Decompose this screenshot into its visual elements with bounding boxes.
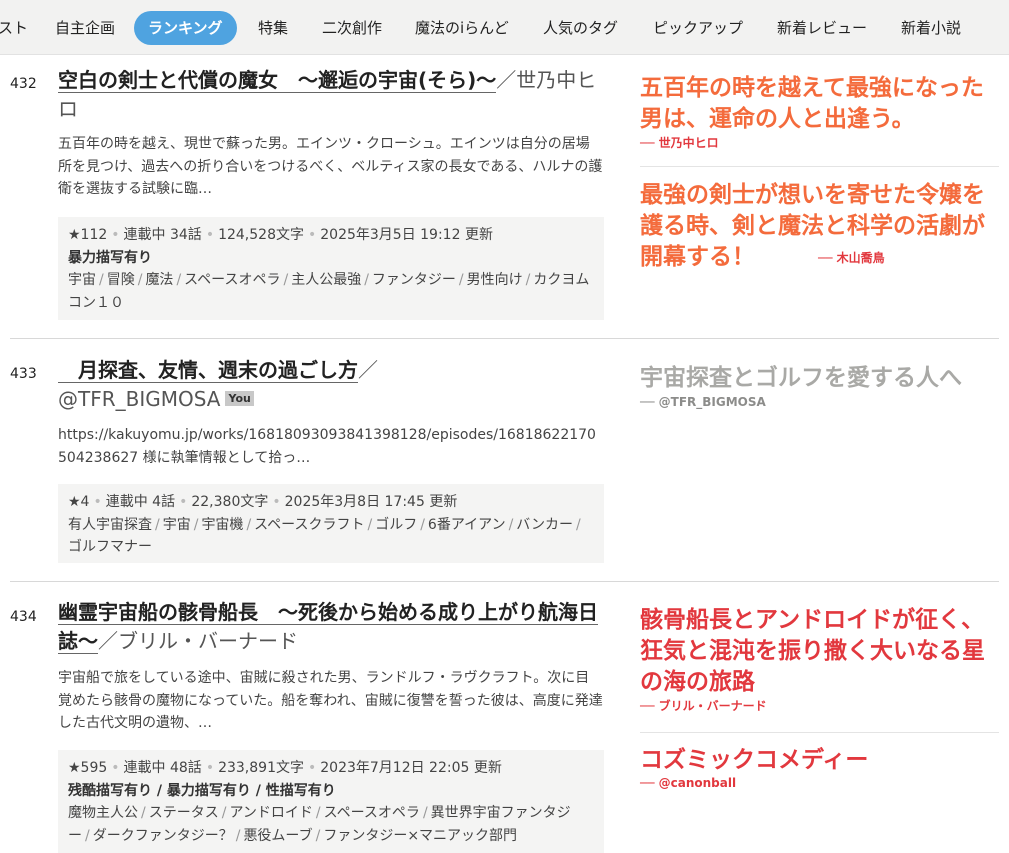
nav-item-self-planning[interactable]: 自主企画 <box>55 11 115 45</box>
nav-item-fan-works[interactable]: 二次創作 <box>322 11 382 45</box>
nav-item-special[interactable]: 特集 <box>258 11 288 45</box>
star-count: ★595 <box>68 760 108 776</box>
nav-item-maho-iland[interactable]: 魔法のiらんど <box>415 11 509 45</box>
tag[interactable]: ステータス <box>149 805 219 821</box>
work-meta-box: ★4 • 連載中 4話 • 22,380文字 • 2025年3月8日 17:45 更新 有人… <box>58 484 604 563</box>
content-warning-flags: 残酷描写有り / 暴力描写有り / 性描写有り <box>68 782 336 799</box>
nav-item-new-novels[interactable]: 新着小説 <box>901 11 961 45</box>
tag[interactable]: スペースオペラ <box>324 805 420 821</box>
work-stats: ★112 • 連載中 34話 • 124,528文字 • 2025年3月5日 19:12 更… <box>68 227 493 243</box>
work-title-line: 幽霊宇宙船の骸骨船長 ～死後から始める成り上がり航海日誌～／ブリル・バーナード <box>58 598 603 656</box>
serial-status: 連載中 4話 <box>105 494 176 510</box>
rank-number: 433 <box>10 366 37 382</box>
review-author[interactable]: ── ブリル・バーナード <box>640 697 767 714</box>
nav-item-list[interactable]: スト <box>0 11 28 45</box>
tag[interactable]: 魔物主人公 <box>68 805 138 821</box>
nav-item-ranking[interactable]: ランキング <box>134 11 237 45</box>
tag[interactable]: スペースオペラ <box>184 272 280 288</box>
author-link[interactable]: ブリル・バーナード <box>118 629 298 653</box>
updated-date: 2023年7月12日 22:05 更新 <box>320 760 502 776</box>
tag-list: 魔物主人公 / ステータス / アンドロイド / スペースオペラ / 異世界宇宙ファンタジー / ダ… <box>68 805 571 844</box>
char-count: 124,528文字 <box>218 227 304 243</box>
star-count: ★112 <box>68 227 108 243</box>
review-catchphrase[interactable]: 五百年の時を越えて最強になった男は、運命の人と出逢う。 <box>640 72 995 134</box>
title-separator: ／ <box>496 68 517 92</box>
nav-item-new-reviews[interactable]: 新着レビュー <box>777 11 867 45</box>
rank-number: 434 <box>10 609 37 625</box>
serial-status: 連載中 48話 <box>123 760 202 776</box>
review-author[interactable]: ── 世乃中ヒロ <box>640 134 719 151</box>
tag[interactable]: スペースクラフト <box>254 517 364 533</box>
title-separator: ／ <box>358 358 378 382</box>
work-introduction: 宇宙船で旅をしている途中、宙賊に殺された男、ランドルフ・ラヴクラフト。次に目覚め… <box>58 670 603 731</box>
review-divider <box>640 732 999 733</box>
tag[interactable]: ファンタジー <box>372 272 456 288</box>
updated-date: 2025年3月5日 19:12 更新 <box>320 227 493 243</box>
tag[interactable]: アンドロイド <box>229 805 312 821</box>
nav-item-pickup[interactable]: ピックアップ <box>653 11 743 45</box>
tag[interactable]: 6番アイアン <box>428 517 506 533</box>
author-link[interactable]: @TFR_BIGMOSA <box>58 387 220 411</box>
work-divider <box>10 338 999 339</box>
work-title-link[interactable]: 空白の剣士と代償の魔女 ～邂逅の宇宙(そら)～ <box>58 68 497 93</box>
nav-item-popular-tags[interactable]: 人気のタグ <box>543 11 618 45</box>
nav-bar: スト 自主企画 ランキング 特集 二次創作 魔法のiらんど 人気のタグ ピックア… <box>0 0 1009 55</box>
tag[interactable]: ダークファンタジー？ <box>93 828 233 844</box>
review-catchphrase[interactable]: コズミックコメディー <box>640 744 995 775</box>
tag-list: 有人宇宙探査 / 宇宙 / 宇宙機 / スペースクラフト / ゴルフ/6番アイアン / バンカー/ゴ… <box>68 516 581 556</box>
review-catchphrase[interactable]: 宇宙探査とゴルフを愛する人へ <box>640 362 995 393</box>
tag[interactable]: 宇宙 <box>163 517 191 533</box>
tag[interactable]: ゴルフ <box>375 517 417 533</box>
rank-number: 432 <box>10 76 37 92</box>
work-meta-box: ★112 • 連載中 34話 • 124,528文字 • 2025年3月5日 19:12 更… <box>58 217 604 320</box>
review-divider <box>640 166 999 167</box>
title-separator: ／ <box>98 629 118 653</box>
work-title-line: 空白の剣士と代償の魔女 ～邂逅の宇宙(そら)～／世乃中ヒロ <box>58 66 603 124</box>
work-introduction: https://kakuyomu.jp/works/16818093093841… <box>58 427 596 466</box>
content-warning-flags: 暴力描写有り <box>68 249 152 266</box>
work-stats: ★595 • 連載中 48話 • 233,891文字 • 2023年7月12日 22:05 … <box>68 760 502 776</box>
star-count: ★4 <box>68 494 90 510</box>
review-author[interactable]: ── @TFR_BIGMOSA <box>640 395 766 409</box>
tag[interactable]: 宇宙機 <box>201 517 243 533</box>
tag[interactable]: ファンタジー×マニアック部門 <box>323 828 517 844</box>
review-author[interactable]: ── @canonball <box>640 776 736 790</box>
char-count: 233,891文字 <box>218 760 304 776</box>
review-catchphrase[interactable]: 骸骨船長とアンドロイドが征く、狂気と混沌を振り撒く大いなる星の海の旅路 <box>640 604 995 697</box>
char-count: 22,380文字 <box>191 494 269 510</box>
tag[interactable]: ゴルフマナー <box>68 539 152 555</box>
tag[interactable]: 宇宙 <box>68 272 96 288</box>
tag-list: 宇宙 / 冒険 / 魔法 / スペースオペラ / 主人公最強 / ファンタジー / 男性向け / カクヨムコ… <box>68 272 590 311</box>
tag[interactable]: 冒険 <box>107 272 135 288</box>
serial-status: 連載中 34話 <box>123 227 202 243</box>
tag[interactable]: 有人宇宙探査 <box>68 517 152 533</box>
you-badge: You <box>225 391 254 406</box>
work-stats: ★4 • 連載中 4話 • 22,380文字 • 2025年3月8日 17:45 更新 <box>68 494 458 510</box>
tag[interactable]: バンカー <box>516 517 573 533</box>
tag[interactable]: 男性向け <box>467 272 523 288</box>
updated-date: 2025年3月8日 17:45 更新 <box>284 494 458 510</box>
tag[interactable]: 魔法 <box>145 272 173 288</box>
review-author[interactable]: ── 木山喬鳥 <box>818 249 885 266</box>
work-meta-box: ★595 • 連載中 48話 • 233,891文字 • 2023年7月12日 22:05 … <box>58 750 604 853</box>
work-title-link[interactable]: 月探査、友情、週末の過ごし方 <box>58 358 358 383</box>
work-introduction: 五百年の時を越え、現世で蘇った男。エインツ・クローシュ。エインツは自分の居場所を… <box>58 136 603 197</box>
tag[interactable]: 悪役ムーブ <box>243 828 312 844</box>
work-title-line: 月探査、友情、週末の過ごし方／ @TFR_BIGMOSA You <box>58 356 603 414</box>
work-divider <box>10 581 999 582</box>
tag[interactable]: 主人公最強 <box>291 272 361 288</box>
